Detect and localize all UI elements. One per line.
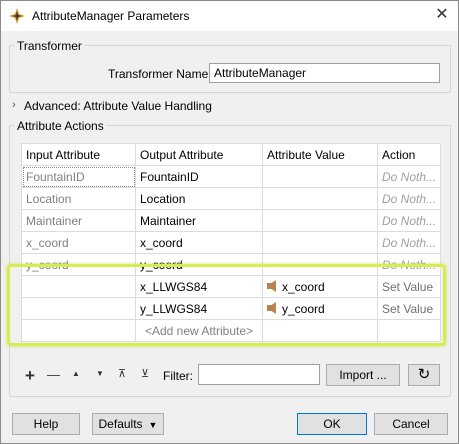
transformer-name-input[interactable]: AttributeManager	[209, 63, 440, 83]
move-down-icon[interactable]: ▼	[96, 369, 104, 378]
input-attribute-cell[interactable]: Maintainer	[21, 209, 136, 232]
advanced-section-toggle[interactable]: Advanced: Attribute Value Handling	[24, 99, 212, 113]
input-attribute-cell[interactable]: Location	[21, 187, 136, 210]
attribute-value-text: x_coord	[282, 279, 325, 294]
output-attribute-cell[interactable]: FountainID	[135, 165, 263, 188]
output-attribute-cell[interactable]: y_LLWGS84	[135, 297, 263, 320]
transformer-name-label: Transformer Name:	[108, 67, 212, 81]
table-row[interactable]: y_coord y_coord Do Noth...	[21, 253, 442, 276]
table-row[interactable]: x_coord x_coord Do Noth...	[21, 231, 442, 254]
move-bottom-icon[interactable]: ⊻	[141, 367, 149, 380]
column-header-action[interactable]: Action	[376, 143, 442, 166]
attribute-reference-icon	[267, 302, 276, 315]
attribute-value-cell[interactable]: y_coord	[262, 297, 378, 320]
window-title: AttributeManager Parameters	[32, 9, 190, 23]
output-attribute-cell[interactable]: Maintainer	[135, 209, 263, 232]
action-cell[interactable]	[376, 319, 442, 342]
help-button[interactable]: Help	[12, 413, 80, 435]
attribute-value-text: y_coord	[282, 301, 325, 316]
table-header-row: Input Attribute Output Attribute Attribu…	[21, 143, 442, 166]
attribute-value-cell[interactable]	[262, 165, 378, 188]
column-header-output[interactable]: Output Attribute	[135, 143, 263, 166]
ok-button[interactable]: OK	[297, 413, 367, 435]
close-icon[interactable]: ✕	[431, 5, 453, 25]
attribute-value-cell[interactable]	[262, 319, 378, 342]
move-up-icon[interactable]: ▲	[72, 369, 80, 378]
attribute-value-cell[interactable]	[262, 253, 378, 276]
action-cell[interactable]: Do Noth...	[376, 231, 442, 254]
input-attribute-cell[interactable]: x_coord	[21, 231, 136, 254]
cancel-button[interactable]: Cancel	[374, 413, 448, 435]
table-row[interactable]: Maintainer Maintainer Do Noth...	[21, 209, 442, 232]
add-icon[interactable]: +	[25, 366, 35, 386]
dropdown-arrow-icon: ▼	[148, 420, 158, 430]
table-row[interactable]: y_LLWGS84 y_coord Set Value	[21, 297, 442, 320]
table-row[interactable]: x_LLWGS84 x_coord Set Value	[21, 275, 442, 298]
fme-app-icon	[9, 8, 25, 24]
defaults-dropdown[interactable]: Defaults ▼	[92, 413, 164, 435]
chevron-right-icon[interactable]: ›	[12, 99, 16, 111]
action-cell[interactable]: Do Noth...	[376, 209, 442, 232]
refresh-icon[interactable]: ↻	[408, 364, 440, 386]
attribute-value-cell[interactable]: x_coord	[262, 275, 378, 298]
action-cell[interactable]: Do Noth...	[376, 253, 442, 276]
output-attribute-cell[interactable]: y_coord	[135, 253, 263, 276]
action-cell[interactable]: Set Value	[376, 297, 442, 320]
attribute-table: Input Attribute Output Attribute Attribu…	[21, 143, 442, 342]
input-attribute-cell[interactable]: FountainID	[21, 165, 136, 188]
filter-label: Filter:	[163, 369, 193, 383]
output-attribute-cell[interactable]: x_LLWGS84	[135, 275, 263, 298]
action-cell[interactable]: Do Noth...	[376, 187, 442, 210]
transformer-group-label: Transformer	[15, 39, 84, 53]
add-new-row[interactable]: <Add new Attribute>	[21, 319, 442, 342]
attribute-value-cell[interactable]	[262, 209, 378, 232]
action-cell[interactable]: Set Value	[376, 275, 442, 298]
column-header-input[interactable]: Input Attribute	[21, 143, 136, 166]
filter-input[interactable]	[198, 364, 320, 385]
action-cell[interactable]: Do Noth...	[376, 165, 442, 188]
attribute-value-cell[interactable]	[262, 187, 378, 210]
remove-icon[interactable]: —	[47, 367, 60, 382]
column-header-value[interactable]: Attribute Value	[262, 143, 378, 166]
input-attribute-cell[interactable]	[21, 297, 136, 320]
input-attribute-cell[interactable]	[21, 319, 136, 342]
import-button[interactable]: Import ...	[326, 364, 400, 386]
output-attribute-cell[interactable]: Location	[135, 187, 263, 210]
attribute-reference-icon	[267, 280, 276, 293]
attribute-value-cell[interactable]	[262, 231, 378, 254]
attribute-actions-label: Attribute Actions	[15, 119, 106, 133]
input-attribute-cell[interactable]	[21, 275, 136, 298]
move-top-icon[interactable]: ⊼	[118, 367, 126, 380]
add-new-attribute-cell[interactable]: <Add new Attribute>	[135, 319, 263, 342]
title-bar: AttributeManager Parameters ✕	[1, 1, 458, 31]
table-row[interactable]: Location Location Do Noth...	[21, 187, 442, 210]
defaults-label: Defaults	[98, 417, 143, 431]
dialog-window: AttributeManager Parameters ✕ Transforme…	[0, 0, 459, 444]
input-attribute-cell[interactable]: y_coord	[21, 253, 136, 276]
output-attribute-cell[interactable]: x_coord	[135, 231, 263, 254]
table-row[interactable]: FountainID FountainID Do Noth...	[21, 165, 442, 188]
